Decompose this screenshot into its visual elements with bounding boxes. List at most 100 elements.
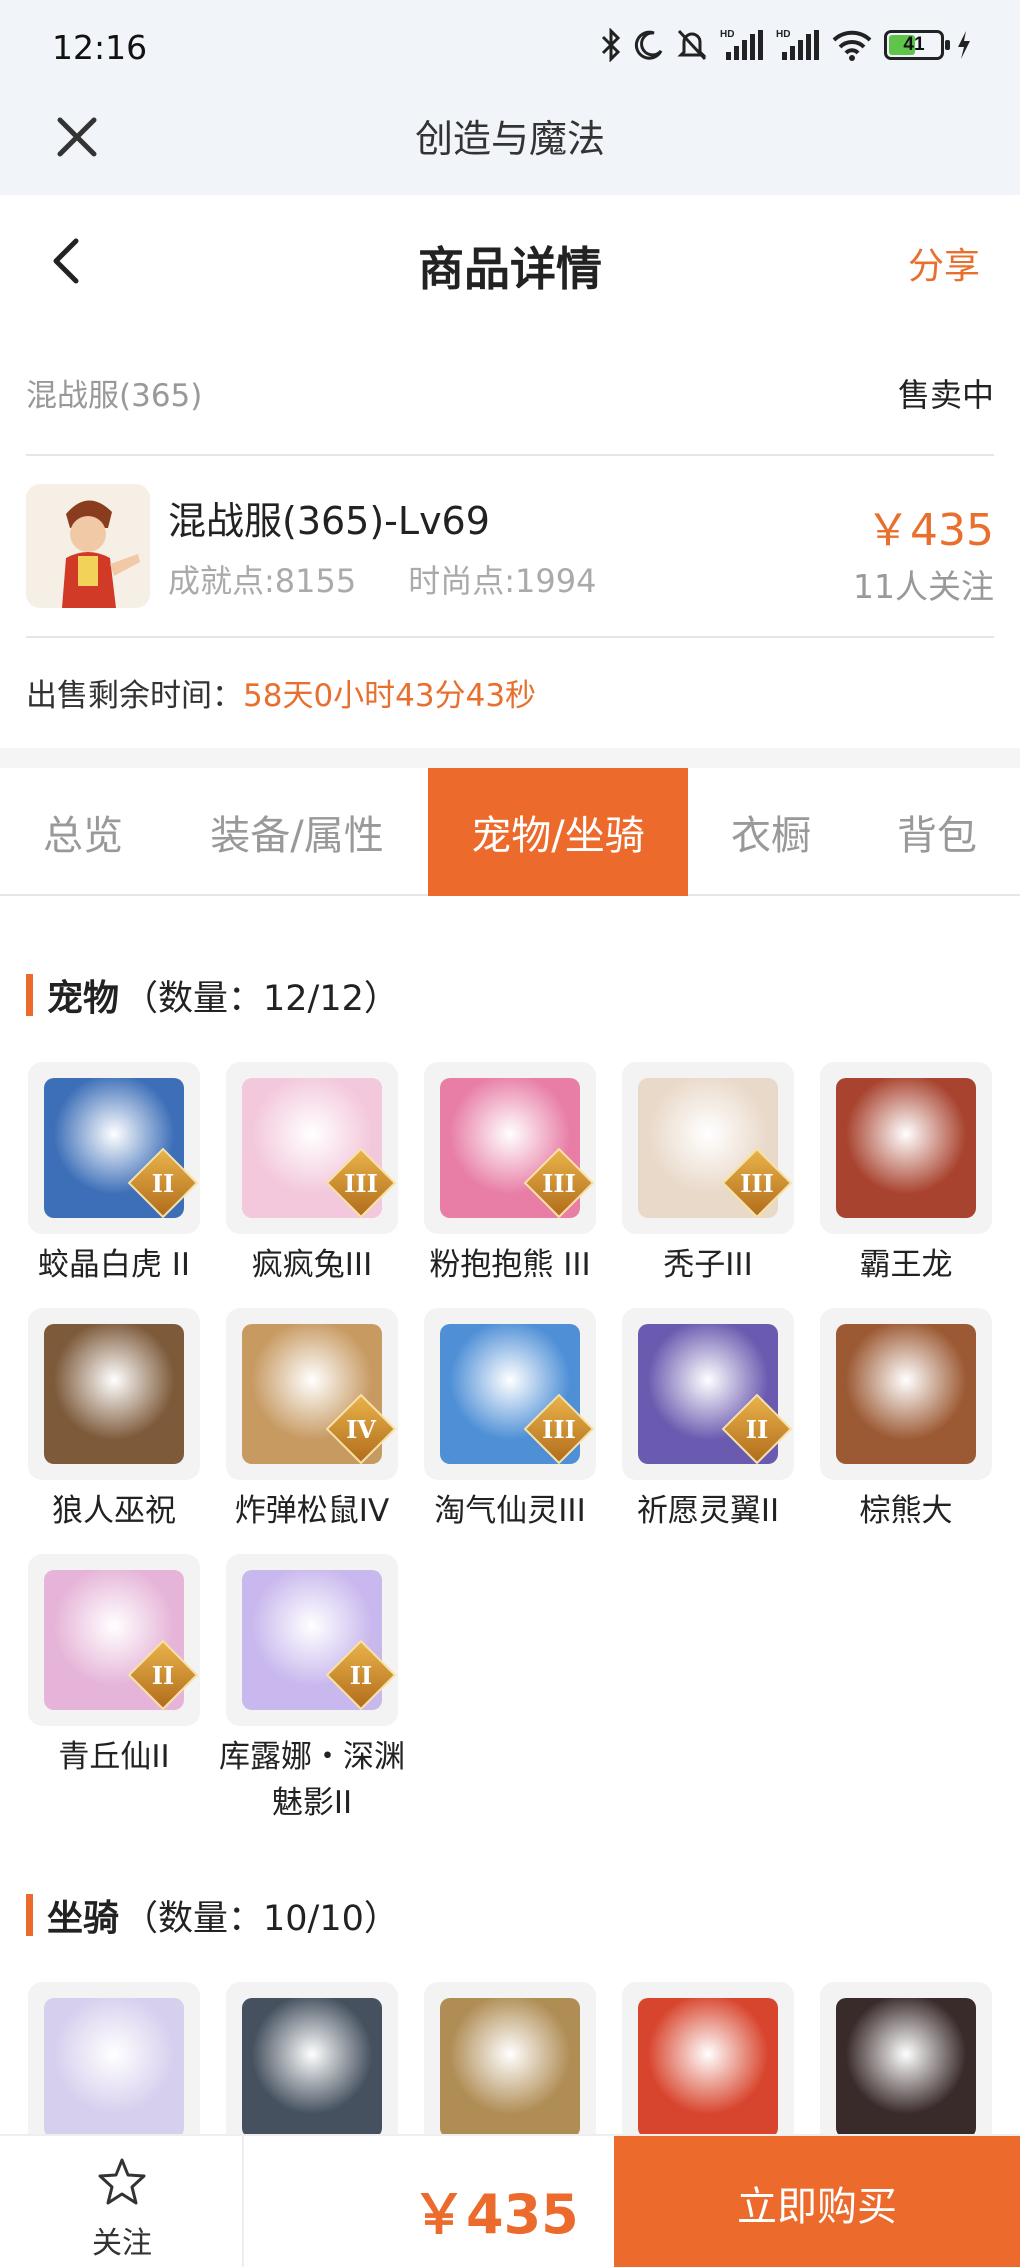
tab-pets-mounts[interactable]: 宠物/坐骑 [428, 768, 688, 896]
tab-bag[interactable]: 背包 [854, 768, 1020, 896]
item-image [440, 1998, 580, 2138]
pet-item[interactable]: II 祈愿灵翼II [622, 1308, 794, 1534]
tier-badge-label: II [151, 1660, 175, 1690]
tier-badge-label: III [542, 1168, 576, 1198]
pet-item[interactable]: II 蛟晶白虎 II [28, 1062, 200, 1288]
tier-badge-label: II [349, 1660, 373, 1690]
pet-item[interactable]: 狼人巫祝 [28, 1308, 200, 1534]
mount-thumbnail [28, 1982, 200, 2154]
mount-item[interactable] [424, 1982, 596, 2154]
pets-title: 宠物 [47, 978, 120, 1019]
item-image [836, 1324, 976, 1464]
product-name: 混战服(365)-Lv69 [168, 499, 490, 543]
battery-icon: 41 [884, 30, 950, 60]
status-bar: 12:16 HD HD 41 [0, 0, 1020, 100]
product-summary[interactable]: 混战服(365)-Lv69 成就点:8155 时尚点:1994 ￥435 11人关… [26, 480, 994, 610]
pet-name: 蛟晶白虎 II [37, 1247, 191, 1283]
pet-thumbnail: III [226, 1062, 398, 1234]
pet-name: 粉抱抱熊 III [429, 1247, 591, 1283]
fashion-points: 时尚点:1994 [408, 562, 597, 600]
mount-item[interactable] [28, 1982, 200, 2154]
pet-name: 棕熊大 [859, 1493, 953, 1529]
achievement-points: 成就点:8155 [168, 562, 357, 600]
pet-item[interactable]: III 粉抱抱熊 III [424, 1062, 596, 1288]
tier-badge-label: III [542, 1414, 576, 1444]
status-icons: HD HD 41 [600, 28, 972, 62]
mount-item[interactable] [820, 1982, 992, 2154]
pet-name: 霸王龙 [859, 1247, 953, 1283]
mounts-section-header: 坐骑 （数量：10/10） [26, 1890, 399, 1940]
svg-text:HD: HD [776, 29, 790, 40]
pet-thumbnail: II [28, 1554, 200, 1726]
remaining-value: 58天0小时43分43秒 [243, 678, 537, 714]
sale-status: 售卖中 [897, 376, 994, 414]
pet-item[interactable]: II 库露娜・深渊魅影II [219, 1554, 405, 1826]
pet-item[interactable]: 棕熊大 [820, 1308, 992, 1534]
remaining-time: 出售剩余时间：58天0小时43分43秒 [26, 670, 536, 715]
bluetooth-icon [601, 28, 621, 62]
item-image [836, 1078, 976, 1218]
item-image [44, 1324, 184, 1464]
follower-count: 11人关注 [853, 567, 994, 606]
pet-item[interactable]: IV 炸弹松鼠IV [226, 1308, 398, 1534]
character-avatar [26, 484, 150, 608]
pet-thumbnail: II [28, 1062, 200, 1234]
wifi-icon [832, 30, 872, 61]
pet-name: 青丘仙II [58, 1739, 170, 1775]
pet-item[interactable]: III 淘气仙灵III [424, 1308, 596, 1534]
pet-item[interactable]: II 青丘仙II [28, 1554, 200, 1780]
pet-item[interactable]: III 秃子III [622, 1062, 794, 1288]
pet-thumbnail: III [622, 1062, 794, 1234]
section-accent-bar [26, 1894, 33, 1936]
mount-thumbnail [226, 1982, 398, 2154]
signal-hd-icon: HD [720, 29, 763, 60]
tier-badge-label: IV [346, 1414, 376, 1444]
pet-item[interactable]: 霸王龙 [820, 1062, 992, 1288]
battery-level: 41 [903, 34, 925, 55]
item-image [242, 1998, 382, 2138]
pet-thumbnail [820, 1308, 992, 1480]
mounts-title: 坐骑 [47, 1898, 120, 1939]
mount-thumbnail [424, 1982, 596, 2154]
server-name: 混战服(365) [26, 378, 203, 414]
tab-equipment[interactable]: 装备/属性 [166, 768, 428, 896]
pet-thumbnail: III [424, 1062, 596, 1234]
bottom-bar: 关注 ￥435 立即购买 [0, 2134, 1020, 2267]
page-title: 商品详情 [418, 242, 602, 296]
charging-icon [958, 31, 970, 59]
buy-now-button[interactable]: 立即购买 [614, 2136, 1020, 2267]
pet-item[interactable]: III 疯疯兔III [226, 1062, 398, 1288]
tier-badge-label: III [740, 1168, 774, 1198]
svg-text:HD: HD [720, 29, 734, 40]
tab-overview[interactable]: 总览 [0, 768, 166, 896]
tab-bar: 总览 装备/属性 宠物/坐骑 衣橱 背包 [0, 768, 1020, 896]
tier-badge-label: II [745, 1414, 769, 1444]
mount-thumbnail [622, 1982, 794, 2154]
pet-name: 库露娜・深渊魅影II [219, 1739, 405, 1821]
detail-header: 商品详情 分享 [0, 195, 1020, 330]
pet-thumbnail: II [622, 1308, 794, 1480]
pet-thumbnail: II [226, 1554, 398, 1726]
tab-wardrobe[interactable]: 衣橱 [688, 768, 854, 896]
follow-label: 关注 [92, 2226, 152, 2261]
item-image [44, 1998, 184, 2138]
mount-thumbnail [820, 1982, 992, 2154]
star-icon [98, 2158, 146, 2205]
section-gap [0, 748, 1020, 768]
bottom-price: ￥435 [412, 2183, 579, 2246]
share-button[interactable]: 分享 [908, 237, 980, 289]
item-image [638, 1998, 778, 2138]
app-title: 创造与魔法 [414, 117, 605, 161]
mute-icon [677, 29, 707, 61]
remaining-label: 出售剩余时间： [26, 678, 243, 714]
product-price: ￥435 [866, 505, 994, 556]
mount-item[interactable] [226, 1982, 398, 2154]
mount-item[interactable] [622, 1982, 794, 2154]
pet-thumbnail: III [424, 1308, 596, 1480]
divider [26, 636, 994, 638]
signal-hd-icon: HD [776, 29, 819, 60]
pet-name: 炸弹松鼠IV [234, 1493, 390, 1529]
app-bar: 创造与魔法 [0, 100, 1020, 195]
follow-button[interactable]: 关注 [0, 2136, 244, 2267]
divider [26, 454, 994, 456]
